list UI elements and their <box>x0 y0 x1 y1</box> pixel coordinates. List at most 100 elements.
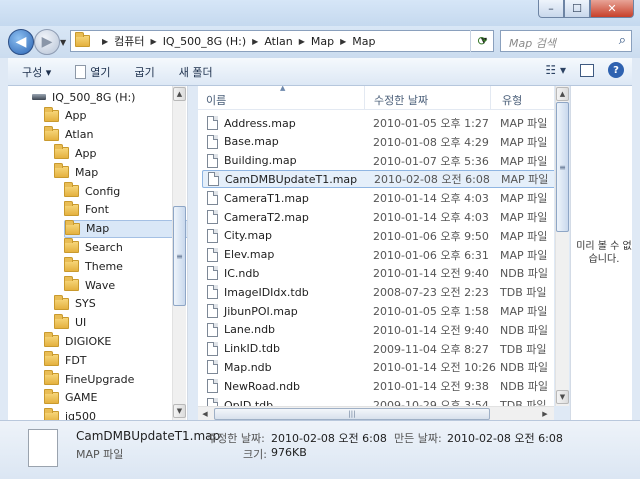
file-row[interactable]: CameraT1.map 2010-01-14 오후 4:03 MAP 파일 <box>202 189 554 207</box>
file-row[interactable]: IC.ndb 2010-01-14 오전 9:40 NDB 파일 <box>202 264 554 282</box>
new-folder-label: 새 폴더 <box>178 65 213 79</box>
burn-button[interactable]: 굽기 <box>123 64 167 80</box>
open-label: 열기 <box>90 65 111 79</box>
organize-button[interactable]: 구성 ▾ <box>8 64 63 80</box>
breadcrumb-drive[interactable]: IQ_500_8G (H:) <box>163 35 246 48</box>
column-divider[interactable] <box>364 86 365 110</box>
file-type: NDB 파일 <box>500 380 548 394</box>
tree-item[interactable]: UI <box>54 313 86 332</box>
column-type[interactable]: 유형 <box>502 92 522 108</box>
scroll-up-button[interactable]: ▲ <box>173 87 186 101</box>
file-row[interactable]: JibunPOI.map 2010-01-05 오후 1:58 MAP 파일 <box>202 302 554 320</box>
file-date: 2010-01-06 오후 6:31 <box>373 248 489 262</box>
horizontal-scrollbar-thumb[interactable]: ||| <box>214 408 490 420</box>
tree-item[interactable]: Search <box>64 238 123 256</box>
tree-item[interactable]: FineUpgrade <box>44 370 134 388</box>
maximize-button[interactable]: ☐ <box>564 0 590 18</box>
chevron-right-icon[interactable]: ▶ <box>102 37 108 46</box>
tree-item[interactable]: Config <box>64 182 120 200</box>
tree-item[interactable]: Map <box>54 163 98 181</box>
tree-item[interactable]: SYS <box>54 294 96 313</box>
search-input[interactable]: Map 검색 <box>509 35 556 51</box>
file-row[interactable]: City.map 2010-01-06 오후 9:50 MAP 파일 <box>202 227 554 245</box>
tree-item[interactable]: DIGIOKE <box>44 332 111 350</box>
search-icon[interactable]: ⌕ <box>619 33 626 48</box>
close-button[interactable]: ✕ <box>590 0 634 18</box>
scroll-down-button[interactable]: ▼ <box>556 390 569 404</box>
tree-item[interactable]: Map <box>64 219 187 238</box>
recent-pages-dropdown[interactable]: ▼ <box>60 38 66 47</box>
chevron-right-icon[interactable]: ▶ <box>151 37 157 46</box>
search-box[interactable]: Map 검색 ⌕ <box>500 30 632 52</box>
file-row[interactable]: Building.map 2010-01-07 오후 5:36 MAP 파일 <box>202 152 554 170</box>
file-date: 2010-01-14 오전 10:26 <box>373 361 496 375</box>
navigation-scrollbar[interactable]: ▲ ≡ ▼ <box>172 86 186 420</box>
tree-item[interactable]: App <box>44 106 87 125</box>
column-divider[interactable] <box>490 86 491 110</box>
chevron-right-icon[interactable]: ▶ <box>299 37 305 46</box>
scroll-left-button[interactable]: ◀ <box>198 407 212 420</box>
folder-icon <box>44 332 59 348</box>
file-row[interactable]: Elev.map 2010-01-06 오후 6:31 MAP 파일 <box>202 246 554 264</box>
column-name[interactable]: 이름 <box>206 92 226 108</box>
tree-item[interactable]: FDT <box>44 351 87 369</box>
file-row[interactable]: NewRoad.ndb 2010-01-14 오전 9:38 NDB 파일 <box>202 377 554 395</box>
refresh-button[interactable]: ⟳ <box>470 30 494 52</box>
breadcrumb-atlan[interactable]: Atlan <box>264 35 292 48</box>
file-row[interactable]: LinkID.tdb 2009-11-04 오후 8:27 TDB 파일 <box>202 340 554 358</box>
modified-date-label: 수정한 날짜: <box>207 432 265 445</box>
address-bar[interactable]: ▶ 컴퓨터 ▶ IQ_500_8G (H:) ▶ Atlan ▶ Map ▶ M… <box>70 30 494 52</box>
breadcrumb-map-current[interactable]: Map <box>352 35 375 48</box>
file-row[interactable]: CameraT2.map 2010-01-14 오후 4:03 MAP 파일 <box>202 208 554 226</box>
forward-button[interactable]: ▶ <box>34 29 60 55</box>
file-row[interactable]: Map.ndb 2010-01-14 오전 10:26 NDB 파일 <box>202 358 554 376</box>
file-type: NDB 파일 <box>500 323 548 337</box>
scrollbar-thumb[interactable]: ≡ <box>556 102 569 232</box>
folder-icon <box>64 276 79 291</box>
tree-item-label: Config <box>85 184 121 198</box>
tree-item[interactable]: GAME <box>44 388 98 407</box>
file-list: 이름 ▲ 수정한 날짜 유형 Address.map 2010-01-05 오후 … <box>198 86 554 420</box>
tree-item[interactable]: Atlan <box>44 125 94 144</box>
file-list-scrollbar[interactable]: ▲ ≡ ▼ <box>555 86 569 406</box>
file-row[interactable]: Address.map 2010-01-05 오후 1:27 MAP 파일 <box>202 114 554 132</box>
file-type: MAP 파일 <box>500 192 548 206</box>
breadcrumb-computer[interactable]: 컴퓨터 <box>114 33 144 49</box>
file-row[interactable]: CamDMBUpdateT1.map 2010-02-08 오전 6:08 MAP … <box>202 170 554 189</box>
breadcrumb-map[interactable]: Map <box>311 35 334 48</box>
scroll-up-button[interactable]: ▲ <box>556 87 569 101</box>
change-view-icon[interactable]: ☷ ▾ <box>545 63 566 77</box>
tree-item-label: Theme <box>85 259 123 273</box>
tree-item[interactable]: IQ_500_8G (H:) <box>32 88 135 106</box>
preview-pane-icon[interactable] <box>580 63 594 77</box>
file-row[interactable]: ImageIDIdx.tdb 2008-07-23 오전 2:23 TDB 파일 <box>202 283 554 301</box>
scroll-right-button[interactable]: ▶ <box>538 407 552 420</box>
minimize-button[interactable]: – <box>538 0 564 18</box>
new-folder-button[interactable]: 새 폴더 <box>167 64 225 80</box>
document-icon <box>75 64 87 79</box>
horizontal-scrollbar[interactable]: ◀ ||| ▶ <box>198 406 554 420</box>
chevron-right-icon[interactable]: ▶ <box>340 37 346 46</box>
tree-item[interactable]: Theme <box>64 257 123 275</box>
file-row[interactable]: Base.map 2010-01-08 오후 4:29 MAP 파일 <box>202 133 554 151</box>
file-date: 2010-01-14 오전 9:40 <box>373 267 489 281</box>
scroll-down-button[interactable]: ▼ <box>173 404 186 418</box>
tree-item-label: FineUpgrade <box>65 372 135 386</box>
file-icon <box>208 172 219 187</box>
file-type-icon <box>28 429 58 467</box>
scrollbar-thumb[interactable]: ≡ <box>173 206 186 306</box>
tree-item[interactable]: Wave <box>64 276 115 294</box>
column-date[interactable]: 수정한 날짜 <box>374 92 428 108</box>
file-date: 2009-11-04 오후 8:27 <box>373 342 489 356</box>
back-button[interactable]: ◀ <box>8 29 34 55</box>
tree-item-label: Atlan <box>65 128 94 142</box>
open-button[interactable]: 열기 <box>63 64 122 80</box>
chevron-right-icon[interactable]: ▶ <box>252 37 258 46</box>
file-icon <box>207 134 218 149</box>
tree-item[interactable]: Font <box>64 200 109 219</box>
file-icon <box>207 228 218 243</box>
tree-item[interactable]: App <box>54 144 97 162</box>
file-row[interactable]: Lane.ndb 2010-01-14 오전 9:40 NDB 파일 <box>202 321 554 339</box>
tree-item[interactable]: iq500 <box>44 407 96 420</box>
help-icon[interactable]: ? <box>608 62 624 78</box>
